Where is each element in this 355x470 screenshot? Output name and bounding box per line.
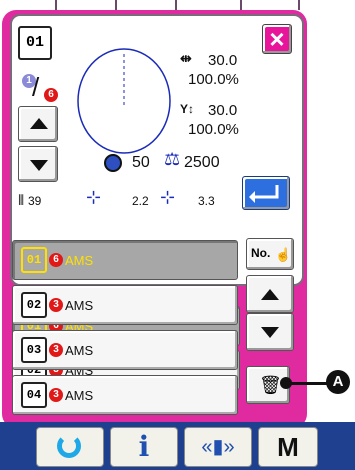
y-pitch-value: 3.3 [198, 194, 215, 208]
total-count-badge: 6 [44, 88, 58, 102]
hand-pointer-icon: ☝ [275, 247, 292, 262]
down-arrow-icon [30, 160, 48, 171]
x-scale-value: 30.0 [208, 52, 238, 69]
mode-button[interactable]: M [258, 427, 318, 467]
x-scale-percent: 100.0% [188, 71, 239, 88]
x-pitch-icon: ⊹ [86, 187, 102, 207]
pattern-number-icon: 03 [21, 337, 47, 363]
pattern-list-item-03[interactable]: 03 3 AMS [12, 330, 238, 370]
y-scale-icon: Y↕ [180, 102, 195, 116]
up-button[interactable] [18, 106, 58, 142]
pattern-label: AMS [65, 298, 94, 313]
close-button[interactable]: × [262, 24, 292, 54]
enter-button[interactable] [242, 176, 290, 210]
x-pitch-value: 2.2 [132, 194, 149, 208]
info-icon: i [138, 430, 150, 463]
callout-dot [280, 377, 292, 389]
pattern-count-badge: 3 [49, 388, 63, 402]
callout-a-badge: A [326, 370, 350, 394]
y-scale-value: 30.0 [208, 102, 238, 119]
counter-icon: ⚖ [164, 149, 181, 169]
trash-icon: 🗑 [259, 375, 282, 395]
pattern-shape-preview [77, 48, 171, 154]
number-select-button[interactable]: No. ☝ [246, 238, 294, 270]
pattern-list-item-04[interactable]: 04 3 AMS [12, 375, 238, 415]
mode-icon: M [277, 432, 299, 462]
pattern-label: AMS [65, 253, 94, 268]
communication-icon: «▮» [201, 436, 235, 458]
pattern-number-icon: 02 [21, 292, 47, 318]
number-label: No. [251, 246, 271, 260]
stitch-icon: ⦀ [18, 192, 25, 208]
info-button[interactable]: i [110, 427, 178, 467]
pattern-count-badge: 3 [49, 343, 63, 357]
count-value: 2500 [184, 154, 220, 171]
pattern-list-item-01[interactable]: 01 6 AMS [12, 240, 238, 280]
pattern-label: AMS [65, 343, 94, 358]
y-scale-percent: 100.0% [188, 121, 239, 138]
close-icon: × [269, 24, 285, 54]
stitch-count: 39 [28, 194, 42, 208]
pattern-count-badge: 3 [49, 298, 63, 312]
pattern-number-icon: 04 [21, 382, 47, 408]
circle-arrow-icon [57, 434, 81, 458]
pattern-list-item-02[interactable]: 02 3 AMS [12, 285, 238, 325]
counter-slash: / [32, 72, 40, 102]
x-scale-icon: ⇹ [180, 50, 192, 66]
list-down-button[interactable] [246, 313, 294, 351]
pattern-label: AMS [65, 388, 94, 403]
pattern-count-badge: 6 [49, 253, 63, 267]
down-arrow-icon [261, 327, 279, 338]
enter-icon [249, 185, 279, 203]
up-arrow-icon [261, 289, 279, 300]
pattern-number-icon: 01 [21, 247, 47, 273]
y-pitch-icon: ⊹ [160, 187, 176, 207]
up-arrow-icon [30, 118, 48, 129]
pattern-number-icon: 01 [18, 26, 52, 60]
down-button[interactable] [18, 146, 58, 182]
list-up-button[interactable] [246, 275, 294, 313]
communication-button[interactable]: «▮» [184, 427, 252, 467]
speed-icon [104, 154, 122, 172]
reset-button[interactable] [36, 427, 104, 467]
speed-value: 50 [132, 154, 150, 171]
